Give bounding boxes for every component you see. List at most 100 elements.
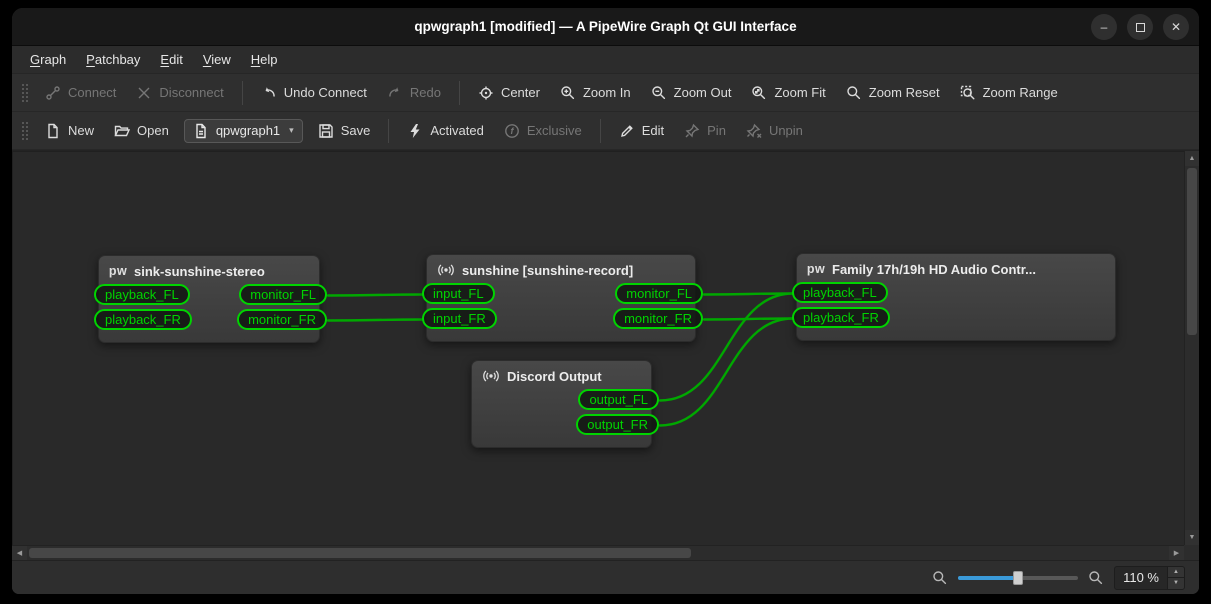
titlebar[interactable]: qpwgraph1 [modified] — A PipeWire Graph … xyxy=(12,8,1199,46)
close-icon: ✕ xyxy=(1171,20,1181,34)
redo-button[interactable]: Redo xyxy=(378,80,450,106)
connect-button[interactable]: Connect xyxy=(36,80,125,106)
toolbar-graph: Connect Disconnect Undo Connect Redo xyxy=(12,74,1199,112)
pipewire-icon: pw xyxy=(109,263,127,279)
window-controls: – ✕ xyxy=(1091,14,1189,40)
scroll-down-arrow[interactable]: ▼ xyxy=(1185,530,1199,545)
zoom-in-icon xyxy=(560,85,576,101)
redo-icon xyxy=(387,85,403,101)
port-output-monitor-fl[interactable]: monitor_FL xyxy=(239,284,327,305)
menu-graph[interactable]: Graph xyxy=(20,48,76,71)
spin-up-button[interactable]: ▲ xyxy=(1168,567,1184,579)
node-family-hd-audio[interactable]: pw Family 17h/19h HD Audio Contr... play… xyxy=(796,253,1116,341)
toolbar-handle[interactable] xyxy=(20,82,28,104)
button-label: Disconnect xyxy=(159,85,223,100)
port-output-fl[interactable]: output_FL xyxy=(578,389,659,410)
toolbar-separator xyxy=(459,81,460,105)
port-input-playback-fl[interactable]: playback_FL xyxy=(792,282,888,303)
port-input-fr[interactable]: input_FR xyxy=(422,308,497,329)
graph-canvas[interactable]: pw sink-sunshine-stereo playback_FL play… xyxy=(12,151,1184,545)
zoom-slider-min-icon xyxy=(932,570,948,586)
zoom-slider-max-icon xyxy=(1088,570,1104,586)
node-title: Family 17h/19h HD Audio Contr... xyxy=(832,262,1036,277)
port-output-monitor-fl[interactable]: monitor_FL xyxy=(615,283,703,304)
new-button[interactable]: New xyxy=(36,118,103,144)
activated-toggle[interactable]: Activated xyxy=(398,118,492,144)
menu-patchbay[interactable]: Patchbay xyxy=(76,48,150,71)
save-button[interactable]: Save xyxy=(309,118,380,144)
menu-view[interactable]: View xyxy=(193,48,241,71)
button-label: Edit xyxy=(642,123,664,138)
button-label: Zoom Reset xyxy=(869,85,940,100)
port-output-monitor-fr[interactable]: monitor_FR xyxy=(613,308,703,329)
unpin-button[interactable]: Unpin xyxy=(737,118,812,144)
edit-toggle[interactable]: Edit xyxy=(610,118,673,144)
scroll-left-arrow[interactable]: ◀ xyxy=(12,546,27,560)
toolbar-separator xyxy=(242,81,243,105)
zoom-in-button[interactable]: Zoom In xyxy=(551,80,640,106)
horizontal-scrollbar: ◀ ▶ xyxy=(12,545,1184,560)
port-input-playback-fl[interactable]: playback_FL xyxy=(94,284,190,305)
port-output-fr[interactable]: output_FR xyxy=(576,414,659,435)
horizontal-scroll-track[interactable] xyxy=(27,546,1169,560)
pencil-icon xyxy=(619,123,635,139)
minimize-button[interactable]: – xyxy=(1091,14,1117,40)
zoom-reset-icon xyxy=(846,85,862,101)
zoom-fit-button[interactable]: Zoom Fit xyxy=(742,80,834,106)
vertical-scroll-track[interactable] xyxy=(1185,166,1199,530)
disconnect-button[interactable]: Disconnect xyxy=(127,80,232,106)
button-label: Pin xyxy=(707,123,726,138)
new-file-icon xyxy=(45,123,61,139)
window-title: qpwgraph1 [modified] — A PipeWire Graph … xyxy=(414,19,796,34)
horizontal-scroll-thumb[interactable] xyxy=(29,548,691,558)
button-label: Redo xyxy=(410,85,441,100)
port-input-playback-fr[interactable]: playback_FR xyxy=(94,309,192,330)
menu-help[interactable]: Help xyxy=(241,48,288,71)
node-sink-sunshine-stereo[interactable]: pw sink-sunshine-stereo playback_FL play… xyxy=(98,255,320,343)
graph-viewport: pw sink-sunshine-stereo playback_FL play… xyxy=(12,150,1199,560)
pin-button[interactable]: Pin xyxy=(675,118,735,144)
close-button[interactable]: ✕ xyxy=(1163,14,1189,40)
menu-edit[interactable]: Edit xyxy=(150,48,192,71)
disconnect-icon xyxy=(136,85,152,101)
connection-wire[interactable] xyxy=(328,320,423,321)
node-sunshine[interactable]: sunshine [sunshine-record] input_FL inpu… xyxy=(426,254,696,342)
button-label: Unpin xyxy=(769,123,803,138)
maximize-button[interactable] xyxy=(1127,14,1153,40)
scroll-right-arrow[interactable]: ▶ xyxy=(1169,546,1184,560)
toolbar-handle[interactable] xyxy=(20,120,28,142)
undo-icon xyxy=(261,85,277,101)
maximize-icon xyxy=(1136,23,1145,32)
port-input-fl[interactable]: input_FL xyxy=(422,283,495,304)
node-discord-output[interactable]: Discord Output output_FL output_FR xyxy=(471,360,652,448)
zoom-reset-button[interactable]: Zoom Reset xyxy=(837,80,949,106)
combobox-value: qpwgraph1 xyxy=(216,123,280,138)
node-ports: input_FL input_FR monitor_FL monitor_FR xyxy=(427,281,695,341)
patchbay-file-icon xyxy=(193,123,209,139)
chevron-down-icon: ▾ xyxy=(289,125,294,136)
center-button[interactable]: Center xyxy=(469,80,549,106)
port-input-playback-fr[interactable]: playback_FR xyxy=(792,307,890,328)
zoom-slider-handle[interactable] xyxy=(1013,571,1023,585)
svg-text:f: f xyxy=(510,126,514,136)
zoom-slider[interactable] xyxy=(958,570,1078,586)
node-title: sink-sunshine-stereo xyxy=(134,264,265,279)
undo-connect-button[interactable]: Undo Connect xyxy=(252,80,376,106)
zoom-percent-spinbox[interactable]: 110 % ▲ ▼ xyxy=(1114,566,1185,590)
scroll-up-arrow[interactable]: ▲ xyxy=(1185,151,1199,166)
node-ports: playback_FL playback_FR xyxy=(797,280,1115,340)
open-button[interactable]: Open xyxy=(105,118,178,144)
connection-wire[interactable] xyxy=(328,295,423,296)
port-output-monitor-fr[interactable]: monitor_FR xyxy=(237,309,327,330)
vertical-scroll-thumb[interactable] xyxy=(1187,168,1197,335)
spin-down-button[interactable]: ▼ xyxy=(1168,578,1184,589)
exclusive-toggle[interactable]: f Exclusive xyxy=(495,118,591,144)
zoom-range-button[interactable]: Zoom Range xyxy=(951,80,1067,106)
vertical-scrollbar: ▲ ▼ xyxy=(1184,151,1199,545)
statusbar: 110 % ▲ ▼ xyxy=(12,560,1199,594)
button-label: Connect xyxy=(68,85,116,100)
zoom-out-button[interactable]: Zoom Out xyxy=(642,80,741,106)
lightning-icon xyxy=(407,123,423,139)
patchbay-selector-combobox[interactable]: qpwgraph1 ▾ xyxy=(184,119,303,143)
button-label: Activated xyxy=(430,123,483,138)
